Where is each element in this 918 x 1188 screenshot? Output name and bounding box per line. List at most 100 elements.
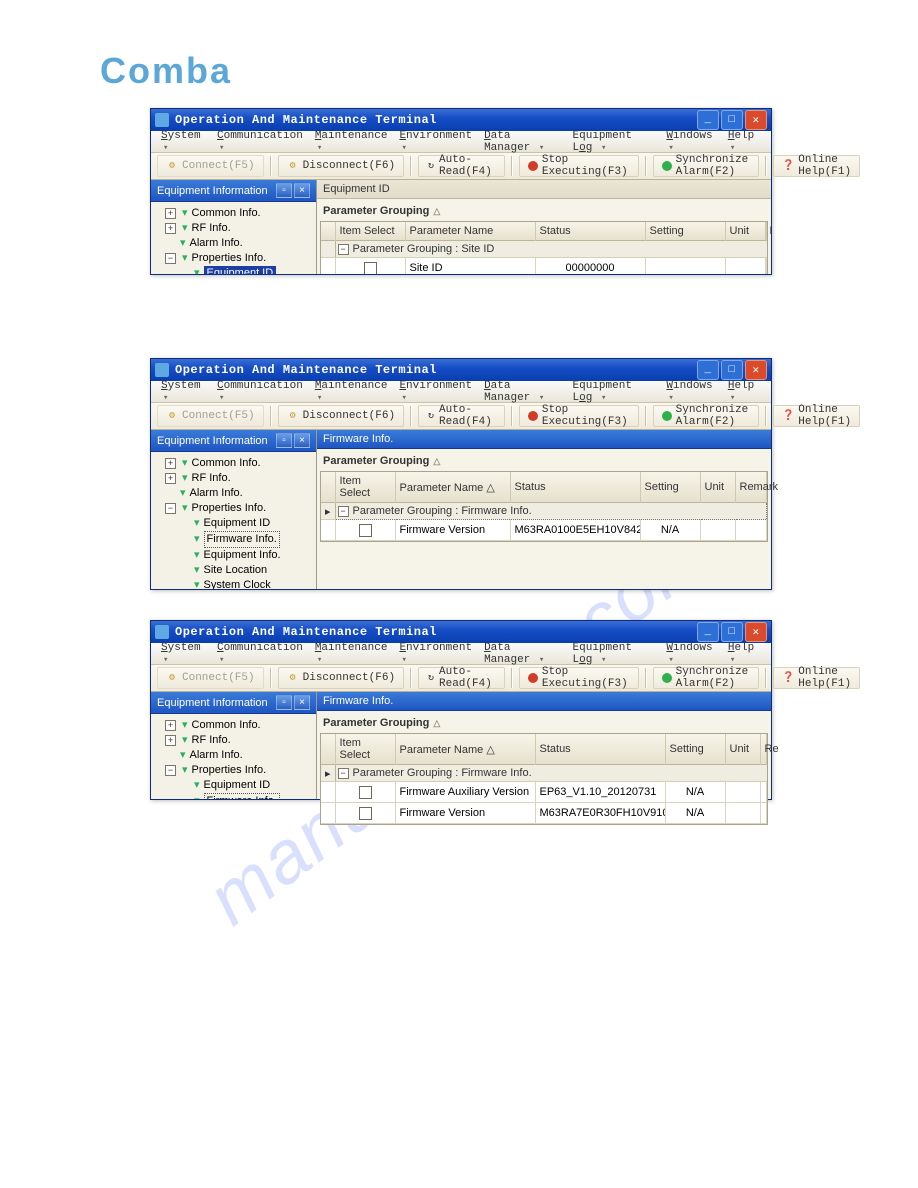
table-row[interactable]: Firmware Auxiliary Version EP63_V1.10_20… — [321, 782, 767, 803]
menu-help[interactable]: Help ▾ — [724, 378, 765, 406]
sync-alarm-button[interactable]: Synchronize Alarm(F2) — [653, 667, 760, 689]
menu-windows[interactable]: Windows ▾ — [662, 378, 719, 406]
disconnect-button[interactable]: ⚙Disconnect(F6) — [278, 155, 404, 177]
menu-equipment-log[interactable]: Equipment Log ▾ — [569, 128, 659, 156]
tree-equipment-id[interactable]: ▾Equipment ID — [177, 778, 314, 793]
menubar[interactable]: System ▾ Communication ▾ Maintenance ▾ E… — [151, 381, 771, 403]
tree-firmware-info[interactable]: ▾Firmware Info. — [177, 793, 314, 799]
tree[interactable]: +▾Common Info. +▾RF Info. ▾Alarm Info. −… — [151, 452, 316, 589]
tree-firmware-info[interactable]: ▾Firmware Info. — [177, 531, 314, 548]
menu-maintenance[interactable]: Maintenance ▾ — [311, 378, 392, 406]
minimize-button[interactable]: _ — [697, 622, 719, 642]
stop-executing-button[interactable]: Stop Executing(F3) — [519, 667, 639, 689]
table-row[interactable]: Firmware Version M63RA0100E5EH10V8423 N/… — [321, 520, 767, 541]
col-setting[interactable]: Setting — [665, 734, 725, 765]
col-parameter-name[interactable]: Parameter Name △ — [395, 734, 535, 765]
tree-system-clock[interactable]: ▾System Clock — [177, 578, 314, 589]
menu-environment[interactable]: Environment ▾ — [395, 640, 476, 668]
menu-system[interactable]: System ▾ — [157, 640, 209, 668]
tree-equipment-info[interactable]: ▾Equipment Info. — [177, 548, 314, 563]
col-unit[interactable]: Unit — [725, 222, 765, 241]
auto-read-button[interactable]: ↻Auto-Read(F4) — [418, 405, 505, 427]
menu-system[interactable]: System ▾ — [157, 128, 209, 156]
menu-equipment-log[interactable]: Equipment Log ▾ — [569, 640, 659, 668]
col-setting[interactable]: Setting — [645, 222, 725, 241]
side-pin-button[interactable]: ▫ — [276, 433, 292, 448]
side-close-button[interactable]: × — [294, 695, 310, 710]
menubar[interactable]: System ▾ Communication ▾ Maintenance ▾ E… — [151, 643, 771, 665]
col-item-select[interactable]: Item Select — [335, 734, 395, 765]
close-button[interactable]: ✕ — [745, 360, 767, 380]
checkbox[interactable] — [359, 786, 372, 799]
menu-communication[interactable]: Communication ▾ — [213, 640, 307, 668]
group-row[interactable]: ▸ −Parameter Grouping : Firmware Info. — [321, 765, 767, 782]
menu-equipment-log[interactable]: Equipment Log ▾ — [569, 378, 659, 406]
auto-read-button[interactable]: ↻Auto-Read(F4) — [418, 155, 505, 177]
checkbox[interactable] — [359, 524, 372, 537]
table-row[interactable]: Site ID 00000000 — [321, 258, 767, 275]
col-remark[interactable]: Re — [760, 734, 767, 765]
menu-help[interactable]: Help ▾ — [724, 640, 765, 668]
menu-help[interactable]: Help ▾ — [724, 128, 765, 156]
menu-windows[interactable]: Windows ▾ — [662, 640, 719, 668]
tree[interactable]: +▾Common Info. +▾RF Info. ▾Alarm Info. −… — [151, 202, 316, 274]
col-status[interactable]: Status — [510, 472, 640, 503]
maximize-button[interactable]: □ — [721, 110, 743, 130]
parameter-grid[interactable]: Item Select Parameter Name △ Status Sett… — [320, 471, 768, 542]
maximize-button[interactable]: □ — [721, 622, 743, 642]
stop-executing-button[interactable]: Stop Executing(F3) — [519, 405, 639, 427]
sync-alarm-button[interactable]: Synchronize Alarm(F2) — [653, 405, 760, 427]
menu-data-manager[interactable]: Data Manager ▾ — [480, 640, 564, 668]
sync-alarm-button[interactable]: Synchronize Alarm(F2) — [653, 155, 760, 177]
close-button[interactable]: ✕ — [745, 622, 767, 642]
col-status[interactable]: Status — [535, 222, 645, 241]
stop-executing-button[interactable]: Stop Executing(F3) — [519, 155, 639, 177]
menu-communication[interactable]: Communication ▾ — [213, 128, 307, 156]
connect-button[interactable]: ⚙Connect(F5) — [157, 667, 264, 689]
minimize-button[interactable]: _ — [697, 110, 719, 130]
menu-environment[interactable]: Environment ▾ — [395, 128, 476, 156]
group-row[interactable]: −Parameter Grouping : Site ID — [321, 241, 767, 258]
connect-button[interactable]: ⚙Connect(F5) — [157, 405, 264, 427]
table-row[interactable]: Firmware Version M63RA7E0R30FH10V9101 N/… — [321, 803, 767, 824]
auto-read-button[interactable]: ↻Auto-Read(F4) — [418, 667, 505, 689]
tree-equipment-id[interactable]: ▾Equipment ID — [177, 516, 314, 531]
tree-site-location[interactable]: ▾Site Location — [177, 563, 314, 578]
side-pin-button[interactable]: ▫ — [276, 183, 292, 198]
menu-windows[interactable]: Windows ▾ — [662, 128, 719, 156]
parameter-grid[interactable]: Item Select Parameter Name Status Settin… — [320, 221, 768, 274]
col-setting[interactable]: Setting — [640, 472, 700, 503]
col-unit[interactable]: Unit — [700, 472, 735, 503]
col-status[interactable]: Status — [535, 734, 665, 765]
close-button[interactable]: ✕ — [745, 110, 767, 130]
online-help-button[interactable]: ❓Online Help(F1) — [773, 405, 860, 427]
menu-communication[interactable]: Communication ▾ — [213, 378, 307, 406]
menu-maintenance[interactable]: Maintenance ▾ — [311, 640, 392, 668]
menu-data-manager[interactable]: Data Manager ▾ — [480, 128, 564, 156]
parameter-grid[interactable]: Item Select Parameter Name △ Status Sett… — [320, 733, 768, 825]
side-pin-button[interactable]: ▫ — [276, 695, 292, 710]
menubar[interactable]: System ▾ Communication ▾ Maintenance ▾ E… — [151, 131, 771, 153]
checkbox[interactable] — [359, 807, 372, 820]
connect-button[interactable]: ⚙Connect(F5) — [157, 155, 264, 177]
col-unit[interactable]: Unit — [725, 734, 760, 765]
online-help-button[interactable]: ❓Online Help(F1) — [773, 667, 860, 689]
menu-system[interactable]: System ▾ — [157, 378, 209, 406]
disconnect-button[interactable]: ⚙Disconnect(F6) — [278, 405, 404, 427]
tree[interactable]: +▾Common Info. +▾RF Info. ▾Alarm Info. −… — [151, 714, 316, 799]
disconnect-button[interactable]: ⚙Disconnect(F6) — [278, 667, 404, 689]
col-item-select[interactable]: Item Select — [335, 472, 395, 503]
minimize-button[interactable]: _ — [697, 360, 719, 380]
col-item-select[interactable]: Item Select — [335, 222, 405, 241]
col-parameter-name[interactable]: Parameter Name △ — [395, 472, 510, 503]
tree-equipment-id[interactable]: ▾Equipment ID — [177, 266, 314, 274]
menu-data-manager[interactable]: Data Manager ▾ — [480, 378, 564, 406]
side-close-button[interactable]: × — [294, 183, 310, 198]
col-parameter-name[interactable]: Parameter Name — [405, 222, 535, 241]
group-row[interactable]: ▸ −Parameter Grouping : Firmware Info. — [321, 503, 767, 520]
col-remark[interactable]: Remark — [765, 222, 767, 241]
online-help-button[interactable]: ❓Online Help(F1) — [773, 155, 860, 177]
maximize-button[interactable]: □ — [721, 360, 743, 380]
col-remark[interactable]: Remark — [735, 472, 767, 503]
menu-environment[interactable]: Environment ▾ — [395, 378, 476, 406]
